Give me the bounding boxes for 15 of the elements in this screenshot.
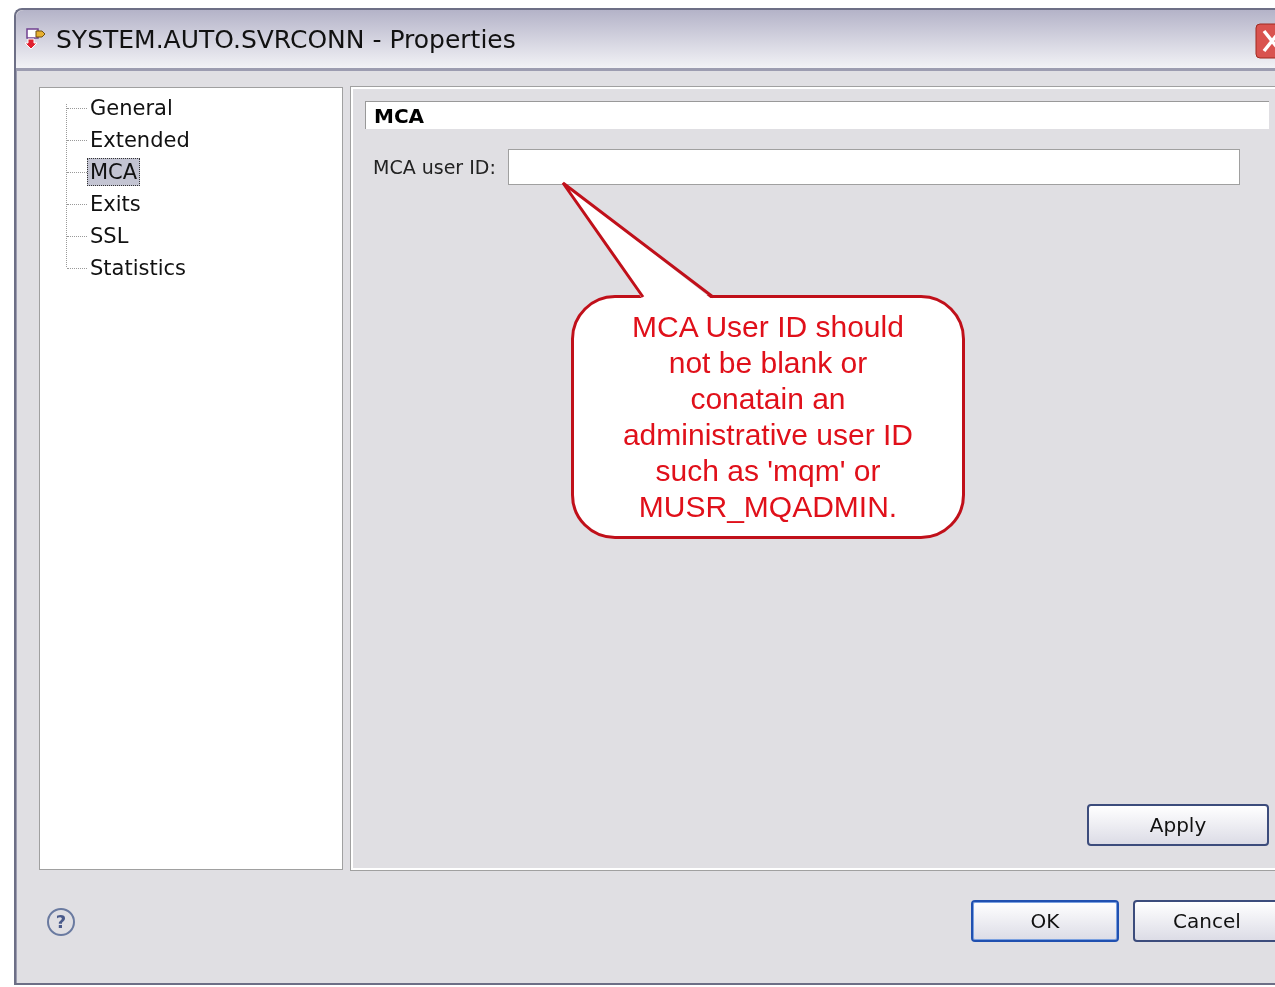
tree-item[interactable]: Exits — [87, 190, 144, 218]
tree-item[interactable]: General — [87, 94, 176, 122]
channel-icon — [24, 27, 48, 51]
apply-button[interactable]: Apply — [1087, 804, 1269, 846]
ok-button[interactable]: OK — [971, 899, 1119, 942]
cancel-button[interactable]: Cancel — [1133, 899, 1275, 942]
tree-item[interactable]: Extended — [87, 126, 193, 154]
user-id-field[interactable] — [507, 149, 1240, 185]
window-title: SYSTEM.AUTO.SVRCONN - Properties — [56, 24, 517, 54]
page-heading: MCA — [365, 101, 1269, 129]
tree-item[interactable]: SSL — [87, 222, 132, 250]
tree-item[interactable]: MCA — [87, 158, 141, 186]
tree-item[interactable]: Statistics — [87, 254, 189, 282]
help-icon[interactable]: ? — [47, 907, 75, 936]
field-label: MCA user ID: — [373, 156, 496, 178]
